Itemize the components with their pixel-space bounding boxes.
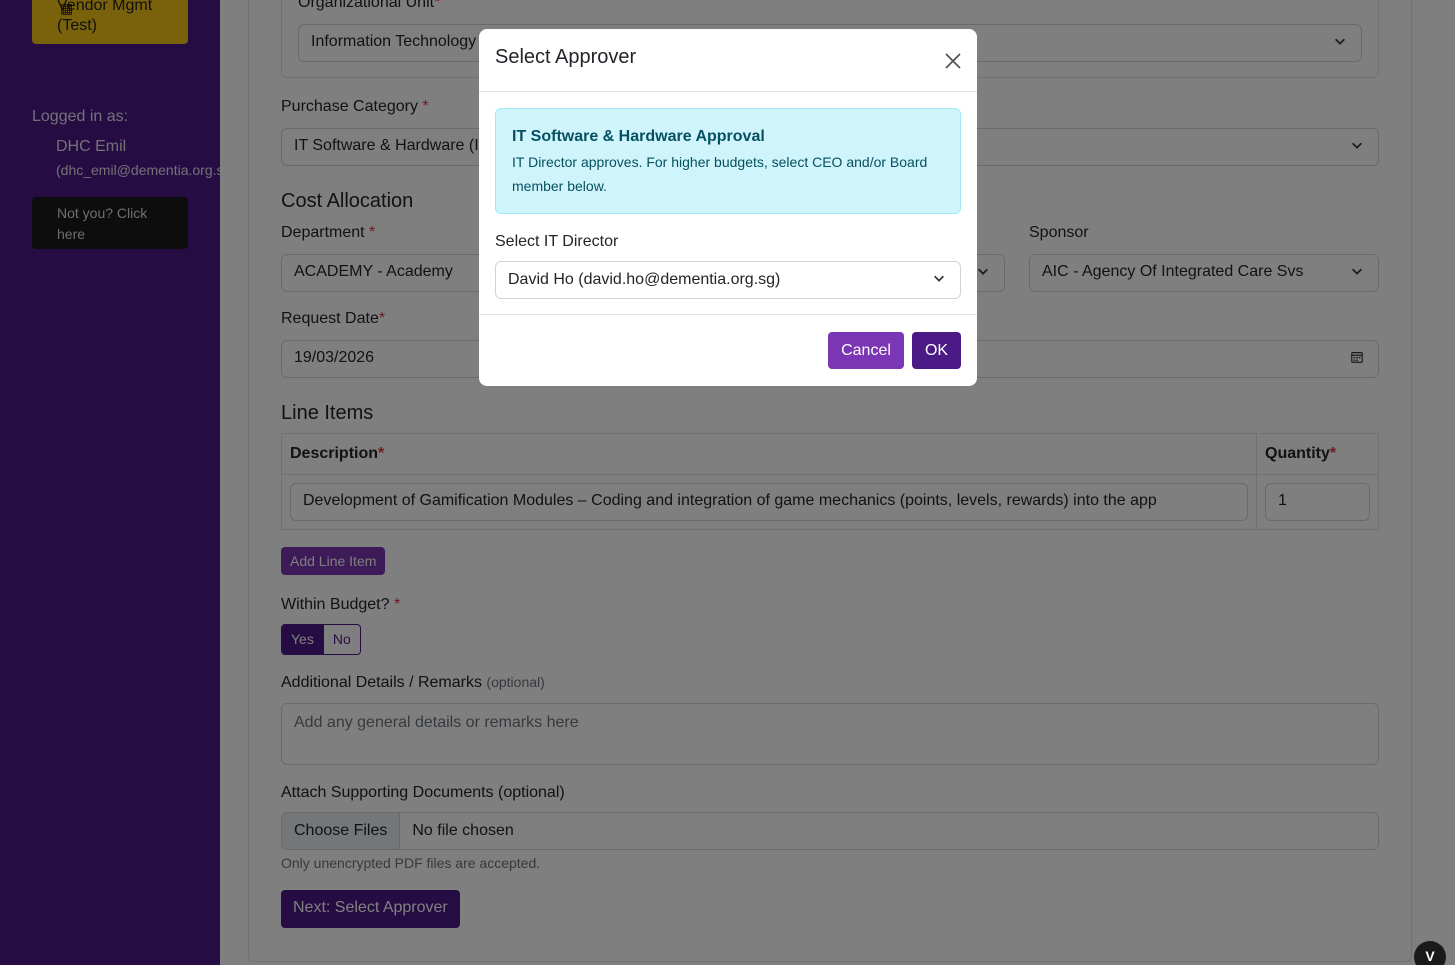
approval-info-alert: IT Software & Hardware Approval IT Direc… — [495, 108, 961, 214]
cancel-button[interactable]: Cancel — [828, 332, 904, 369]
modal-header: Select Approver — [479, 29, 977, 92]
alert-text: IT Director approves. For higher budgets… — [512, 154, 928, 194]
ok-button[interactable]: OK — [912, 332, 961, 369]
close-icon[interactable] — [943, 51, 963, 71]
modal-title: Select Approver — [495, 46, 637, 68]
alert-title: IT Software & Hardware Approval — [512, 128, 765, 145]
it-director-select[interactable]: David Ho (david.ho@dementia.org.sg) — [495, 261, 961, 299]
select-it-director-label: Select IT Director — [495, 233, 619, 250]
modal-footer: Cancel OK — [479, 315, 977, 385]
app-badge-icon[interactable]: V — [1414, 941, 1446, 965]
select-approver-modal: Select Approver IT Software & Hardware A… — [479, 29, 977, 386]
chevron-down-icon — [934, 275, 944, 282]
modal-body: IT Software & Hardware Approval IT Direc… — [479, 92, 977, 315]
